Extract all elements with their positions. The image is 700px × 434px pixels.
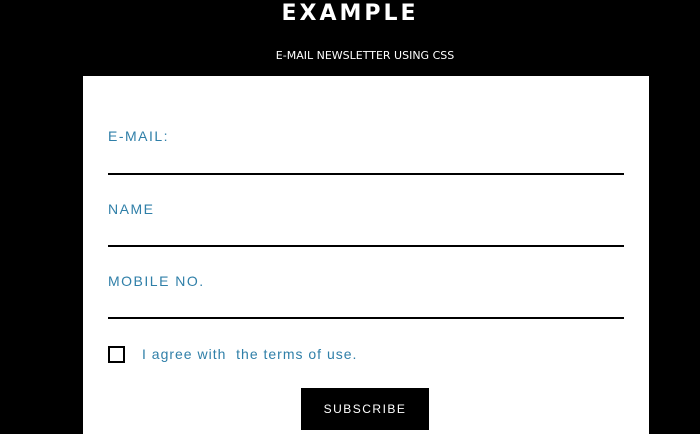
email-field-group: E-MAIL:	[108, 128, 624, 175]
terms-label: I agree with the terms of use.	[142, 346, 358, 362]
terms-checkbox[interactable]	[108, 345, 125, 363]
mobile-field[interactable]	[108, 295, 624, 319]
name-field-group: NAME	[108, 201, 624, 247]
newsletter-form: E-MAIL: NAME MOBILE NO. I agree with the…	[83, 76, 649, 434]
page-title: EXAMPLE	[281, 1, 419, 26]
terms-row: I agree with the terms of use.	[108, 345, 357, 363]
name-label: NAME	[108, 201, 155, 217]
mobile-label: MOBILE NO.	[108, 273, 205, 289]
page-subtitle: E-MAIL NEWSLETTER USING CSS	[275, 49, 455, 62]
email-field[interactable]	[108, 151, 624, 175]
email-label: E-MAIL:	[108, 128, 170, 144]
name-field[interactable]	[108, 223, 624, 247]
mobile-field-group: MOBILE NO.	[108, 273, 624, 319]
subscribe-button[interactable]: SUBSCRIBE	[301, 388, 429, 430]
